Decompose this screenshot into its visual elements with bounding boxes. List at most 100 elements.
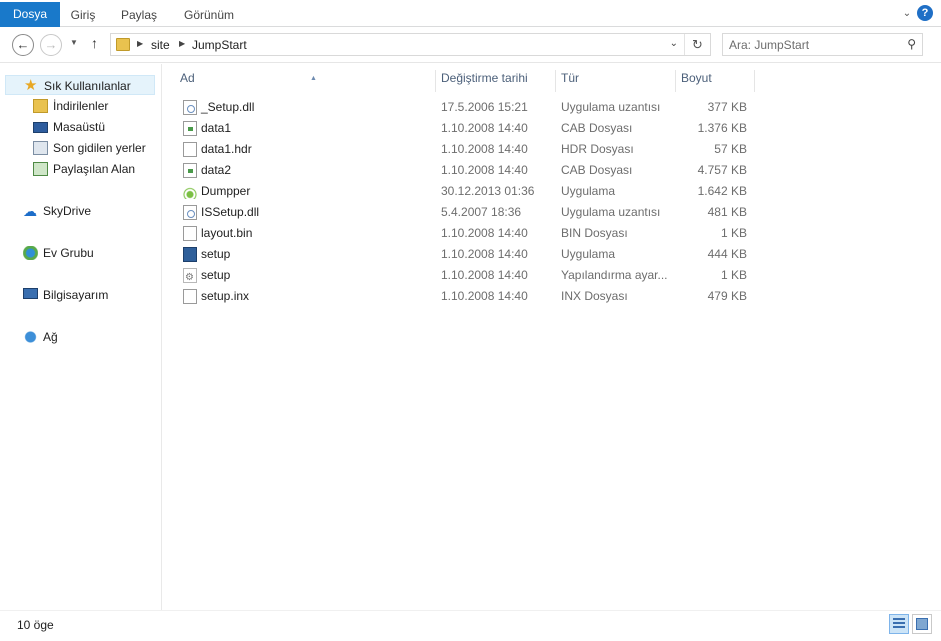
folder-icon <box>116 38 130 51</box>
file-row[interactable]: Dumpper 30.12.2013 01:36 Uygulama 1.642 … <box>177 181 757 202</box>
file-type: BIN Dosyası <box>561 226 628 240</box>
file-size: 4.757 KB <box>697 163 747 177</box>
file-size: 377 KB <box>707 100 747 114</box>
file-icon <box>183 289 197 304</box>
file-size: 481 KB <box>707 205 747 219</box>
breadcrumb-separator-icon[interactable]: ▶ <box>137 39 143 48</box>
file-size: 444 KB <box>707 247 747 261</box>
column-header-size[interactable]: Boyut <box>675 70 755 92</box>
column-header-date[interactable]: Değiştirme tarihi <box>435 70 556 92</box>
column-header-label: Ad <box>180 71 195 85</box>
file-type: Uygulama uzantısı <box>561 100 661 114</box>
tab-share[interactable]: Paylaş <box>110 3 168 27</box>
breadcrumb-separator-icon[interactable]: ▶ <box>179 39 185 48</box>
file-row[interactable]: setup 1.10.2008 14:40 Yapılandırma ayar.… <box>177 265 757 288</box>
file-size: 57 KB <box>714 142 747 156</box>
computer-icon <box>23 288 38 299</box>
file-list: Ad ▲ Değiştirme tarihi Tür Boyut _Setup.… <box>163 64 941 610</box>
nav-item-favorites[interactable]: ★ Sık Kullanılanlar <box>5 75 155 95</box>
file-date: 1.10.2008 14:40 <box>441 163 528 177</box>
file-date: 1.10.2008 14:40 <box>441 289 528 303</box>
star-icon: ★ <box>24 77 38 94</box>
file-type: INX Dosyası <box>561 289 628 303</box>
file-date: 1.10.2008 14:40 <box>441 121 528 135</box>
file-name: setup.inx <box>201 289 250 303</box>
downloads-icon <box>33 99 48 113</box>
cloud-icon: ☁ <box>23 203 37 219</box>
nav-item-label: Ev Grubu <box>43 246 94 260</box>
file-name: Dumpper <box>201 184 251 198</box>
file-icon <box>183 142 197 157</box>
forward-arrow-icon[interactable]: → <box>40 34 62 56</box>
nav-item-label: Son gidilen yerler <box>53 141 146 155</box>
file-row[interactable]: setup 1.10.2008 14:40 Uygulama 444 KB <box>177 244 757 265</box>
search-icon[interactable]: ⚲ <box>907 37 916 51</box>
address-bar[interactable]: ▶ site ▶ JumpStart ⌄ ↻ <box>110 33 711 56</box>
file-date: 1.10.2008 14:40 <box>441 247 528 261</box>
large-icons-view-button[interactable] <box>912 614 932 634</box>
file-name: data1 <box>201 121 232 135</box>
file-date: 1.10.2008 14:40 <box>441 142 528 156</box>
refresh-icon[interactable]: ↻ <box>684 34 710 55</box>
sort-ascending-icon: ▲ <box>310 75 317 82</box>
tab-file[interactable]: Dosya <box>0 2 60 27</box>
file-row[interactable]: setup.inx 1.10.2008 14:40 INX Dosyası 47… <box>177 286 757 307</box>
details-view-button[interactable] <box>889 614 909 634</box>
file-name: setup <box>201 247 231 261</box>
file-name: data1.hdr <box>201 142 252 156</box>
column-header-name[interactable]: Ad ▲ <box>174 70 436 92</box>
file-type: HDR Dosyası <box>561 142 634 156</box>
back-arrow-icon[interactable]: ← <box>12 34 34 56</box>
file-type: Yapılandırma ayar... <box>561 268 668 282</box>
file-row[interactable]: data2 1.10.2008 14:40 CAB Dosyası 4.757 … <box>177 160 757 181</box>
file-name: ISSetup.dll <box>201 205 260 219</box>
shared-folder-icon <box>33 162 48 176</box>
file-row[interactable]: data1.hdr 1.10.2008 14:40 HDR Dosyası 57… <box>177 139 757 160</box>
expand-ribbon-chevron-icon[interactable]: ⌄ <box>900 5 914 23</box>
nav-item-label: Masaüstü <box>53 120 106 134</box>
up-arrow-icon[interactable]: ↑ <box>91 35 98 51</box>
wifi-app-icon <box>183 184 197 199</box>
file-row[interactable]: layout.bin 1.10.2008 14:40 BIN Dosyası 1… <box>177 223 757 244</box>
file-icon <box>183 226 197 241</box>
file-date: 1.10.2008 14:40 <box>441 268 528 282</box>
cab-file-icon <box>183 121 197 136</box>
file-row[interactable]: ISSetup.dll 5.4.2007 18:36 Uygulama uzan… <box>177 202 757 223</box>
file-name: data2 <box>201 163 232 177</box>
file-type: Uygulama <box>561 184 616 198</box>
breadcrumb-jumpstart[interactable]: JumpStart <box>192 38 247 52</box>
file-row[interactable]: data1 1.10.2008 14:40 CAB Dosyası 1.376 … <box>177 118 757 139</box>
file-size: 479 KB <box>707 289 747 303</box>
network-icon <box>23 330 38 344</box>
setup-app-icon <box>183 247 197 262</box>
ribbon: Dosya Giriş Paylaş Görünüm ⌄ ? <box>0 0 941 27</box>
file-type: Uygulama <box>561 247 616 261</box>
recent-locations-chevron-icon[interactable]: ▼ <box>70 38 78 47</box>
item-count: 10 öge <box>17 618 54 632</box>
nav-item-label: Bilgisayarım <box>43 288 109 302</box>
file-name: layout.bin <box>201 226 253 240</box>
file-date: 5.4.2007 18:36 <box>441 205 522 219</box>
file-type: Uygulama uzantısı <box>561 205 661 219</box>
help-icon[interactable]: ? <box>917 5 933 21</box>
file-name: _Setup.dll <box>201 100 255 114</box>
breadcrumb-site[interactable]: site <box>151 38 170 52</box>
file-size: 1 KB <box>720 226 747 240</box>
search-box[interactable]: ⚲ <box>722 33 923 56</box>
tab-view[interactable]: Görünüm <box>172 3 246 27</box>
file-type: CAB Dosyası <box>561 163 633 177</box>
file-row[interactable]: _Setup.dll 17.5.2006 15:21 Uygulama uzan… <box>177 97 757 118</box>
nav-item-label: İndirilenler <box>53 99 109 113</box>
recent-places-icon <box>33 141 48 155</box>
desktop-icon <box>33 122 48 133</box>
search-input[interactable] <box>729 37 894 53</box>
navigation-pane: ★ Sık Kullanılanlar İndirilenler Masaüst… <box>0 64 162 610</box>
tab-home[interactable]: Giriş <box>60 3 106 27</box>
details-view-icon <box>893 618 905 630</box>
column-header-type[interactable]: Tür <box>555 70 676 92</box>
nav-item-label: Paylaşılan Alan <box>53 162 136 176</box>
nav-item-label: Ağ <box>43 330 58 344</box>
cab-file-icon <box>183 163 197 178</box>
address-dropdown-chevron-icon[interactable]: ⌄ <box>670 38 678 49</box>
dll-file-icon <box>183 205 197 220</box>
